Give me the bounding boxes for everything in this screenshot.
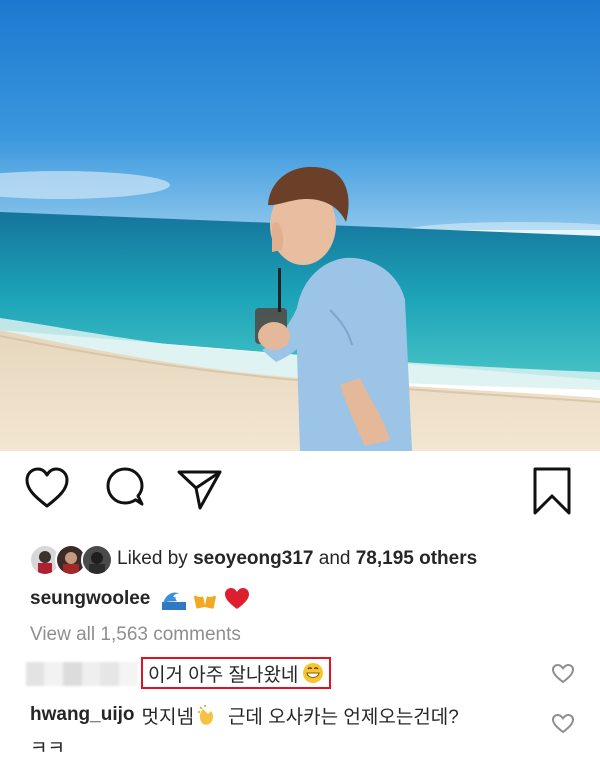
likes-summary[interactable]: Liked by seoyeong317 and 78,195 others bbox=[27, 540, 587, 578]
heart-icon[interactable] bbox=[24, 466, 70, 512]
post-actions bbox=[0, 466, 600, 526]
comment-text-wrap: ㅋㅋ bbox=[30, 738, 65, 759]
caption: seungwoolee bbox=[30, 584, 250, 614]
like-comment-heart-icon[interactable] bbox=[551, 663, 575, 685]
share-icon[interactable] bbox=[176, 466, 224, 512]
liker-avatars bbox=[27, 541, 117, 577]
comment-text: 이거 아주 잘나왔네 bbox=[148, 664, 299, 686]
likes-text: Liked by seoyeong317 and 78,195 others bbox=[117, 548, 477, 570]
red-heart-icon bbox=[224, 587, 250, 611]
beer-mugs-icon bbox=[192, 587, 218, 611]
grinning-face-icon bbox=[302, 662, 324, 684]
comment-icon[interactable] bbox=[102, 466, 148, 512]
like-comment-heart-icon[interactable] bbox=[551, 713, 575, 735]
blurred-username bbox=[26, 662, 138, 686]
likes-count[interactable]: 78,195 others bbox=[356, 548, 477, 569]
clapping-hands-icon bbox=[196, 703, 220, 727]
likes-connector: and bbox=[318, 548, 351, 569]
avatar bbox=[81, 544, 113, 576]
post-photo[interactable] bbox=[0, 0, 600, 451]
liker-username[interactable]: seoyeong317 bbox=[193, 548, 313, 569]
comment-row: hwang_uijo 멋지넴 근데 오사카는 언제오는건데? bbox=[30, 700, 459, 730]
comment-text-continued: 근데 오사카는 언제오는건데? bbox=[227, 706, 459, 728]
comment-row: 이거 아주 잘나왔네 bbox=[0, 656, 600, 694]
highlighted-comment: 이거 아주 잘나왔네 bbox=[141, 657, 332, 689]
comment-username[interactable]: hwang_uijo bbox=[30, 704, 135, 726]
comment-text: 멋지넴 bbox=[141, 706, 194, 728]
view-all-comments-link[interactable]: View all 1,563 comments bbox=[30, 624, 241, 646]
likes-prefix: Liked by bbox=[117, 548, 188, 569]
bookmark-icon[interactable] bbox=[531, 466, 573, 516]
wave-emoji-icon bbox=[162, 588, 187, 610]
caption-username[interactable]: seungwoolee bbox=[30, 588, 150, 610]
